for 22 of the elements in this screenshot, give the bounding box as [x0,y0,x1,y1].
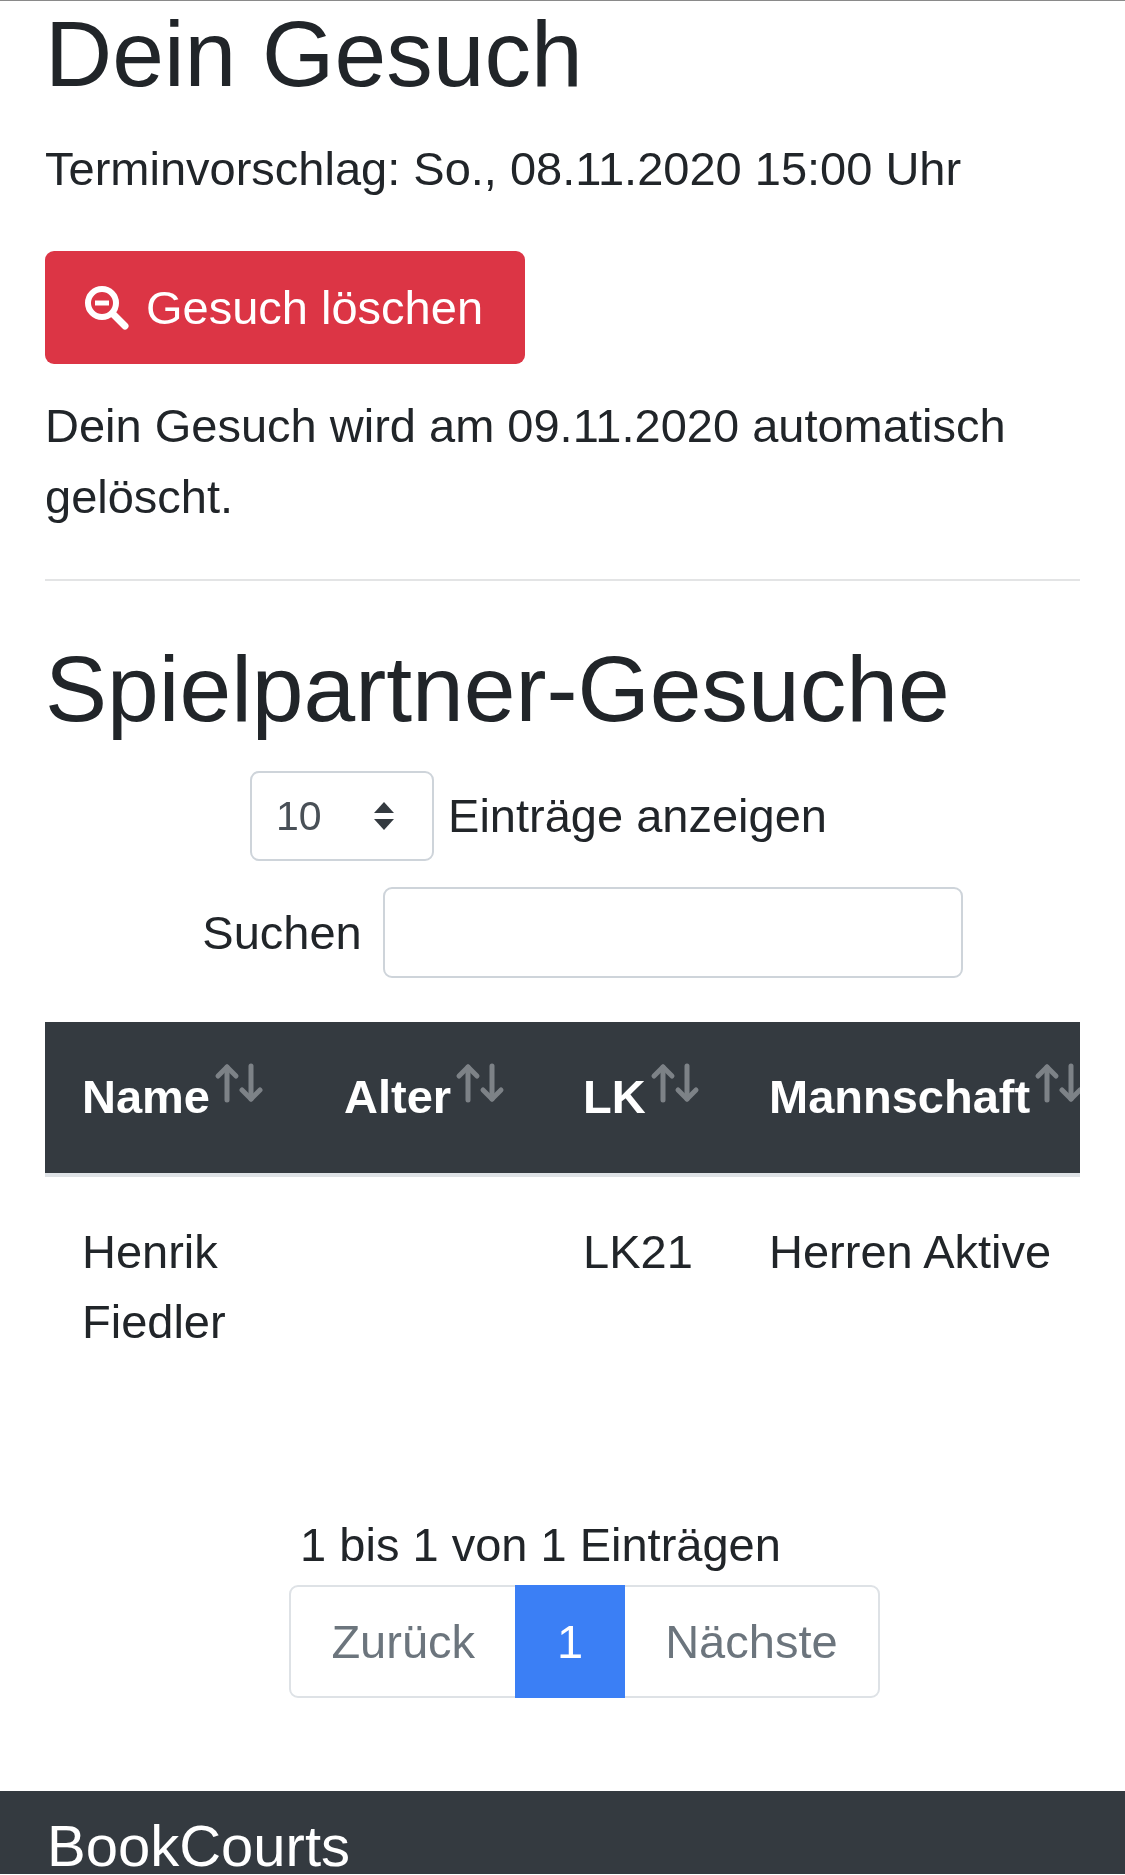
section-heading: Spielpartner-Gesuche [45,636,951,744]
brand-name[interactable]: BookCourts [47,1817,351,1875]
table-info-text: 1 bis 1 von 1 Einträgen [300,1516,781,1573]
page-length-select[interactable]: 10 [250,771,435,862]
column-header[interactable]: LK [546,1022,732,1175]
page-button[interactable]: 1 [515,1585,626,1699]
delete-button[interactable]: Gesuch löschen [45,251,526,365]
page-length-label: Einträge anzeigen [448,788,827,845]
table-cell: LK21 [546,1174,732,1398]
table-cell: Herren Aktive [732,1174,1080,1398]
page-heading: Dein Gesuch [45,1,584,108]
appointment-text: Terminvorschlag: So., 08.11.2020 15:00 Uhr [45,140,963,197]
table-cell: Henrik Fiedler [45,1174,307,1398]
info-text: Dein Gesuch wird am 09.11.2020 automatisch gelöscht. [45,398,1007,525]
search-label: Suchen [202,904,362,961]
column-header[interactable]: Name [45,1022,307,1175]
column-header[interactable]: Mannschaft [732,1022,1080,1175]
magnifier-minus-icon [84,285,129,331]
sort-arrows-icon [1034,1063,1080,1104]
sort-arrows-icon [214,1063,266,1104]
column-header[interactable]: Alter [307,1022,546,1175]
search-field[interactable] [382,887,963,979]
